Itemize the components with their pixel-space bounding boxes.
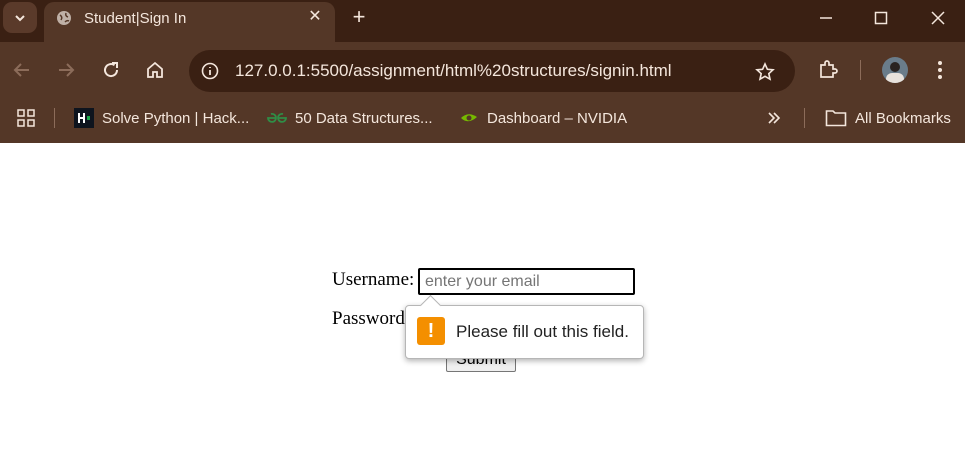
- validation-message: Please fill out this field.: [456, 322, 629, 341]
- chevron-double-right-icon[interactable]: [766, 110, 782, 126]
- tab-active[interactable]: Student|Sign In ✕: [44, 2, 335, 42]
- bookmark-divider: [54, 108, 55, 128]
- all-bookmarks-label: All Bookmarks: [855, 109, 951, 127]
- maximize-button[interactable]: [855, 0, 907, 36]
- warning-icon: !: [417, 317, 445, 345]
- bookmark-divider: [804, 108, 805, 128]
- site-info-icon[interactable]: [201, 62, 219, 80]
- username-label: Username:: [332, 269, 415, 290]
- bookmark-label: Solve Python | Hack...: [102, 109, 250, 127]
- bookmark-label: 50 Data Structures...: [295, 109, 433, 127]
- browser-toolbar: 127.0.0.1:5500/assignment/html%20structu…: [0, 42, 965, 143]
- arrow-right-icon: [59, 63, 75, 77]
- bookmark-nvidia[interactable]: Dashboard – NVIDIA: [459, 108, 627, 128]
- password-label: Password: [332, 308, 405, 329]
- chevron-down-icon: [15, 14, 25, 21]
- globe-icon: [57, 11, 71, 25]
- back-button[interactable]: [8, 56, 36, 84]
- minimize-icon: [820, 17, 832, 19]
- minimize-button[interactable]: [800, 0, 852, 36]
- tooltip-arrow: [419, 294, 442, 317]
- nvidia-icon: [459, 111, 479, 125]
- all-bookmarks-button[interactable]: All Bookmarks: [825, 108, 951, 128]
- bookmark-geeksforgeeks[interactable]: 50 Data Structures...: [267, 108, 433, 128]
- username-input[interactable]: [418, 268, 635, 295]
- bookmark-label: Dashboard – NVIDIA: [487, 109, 628, 127]
- title-bar: Student|Sign In ✕ +: [0, 0, 965, 42]
- validation-tooltip: ! Please fill out this field.: [405, 294, 644, 359]
- close-icon: [931, 11, 945, 25]
- new-tab-button[interactable]: +: [347, 6, 371, 30]
- hackerrank-icon: [74, 108, 94, 128]
- address-bar[interactable]: 127.0.0.1:5500/assignment/html%20structu…: [189, 50, 795, 92]
- bookmark-hackerrank[interactable]: Solve Python | Hack...: [74, 108, 249, 128]
- folder-icon: [825, 109, 847, 127]
- more-menu-icon[interactable]: [932, 59, 948, 81]
- reload-icon: [104, 62, 119, 78]
- tab-title: Student|Sign In: [84, 10, 187, 27]
- tab-close-icon[interactable]: ✕: [305, 7, 325, 27]
- extensions-icon[interactable]: [817, 58, 839, 80]
- url-text: 127.0.0.1:5500/assignment/html%20structu…: [235, 61, 672, 80]
- home-icon: [147, 61, 163, 78]
- toolbar-divider: [860, 60, 861, 80]
- arrow-left-icon: [13, 63, 29, 77]
- maximize-icon: [874, 11, 888, 25]
- close-window-button[interactable]: [912, 0, 964, 36]
- geeksforgeeks-icon: [267, 111, 287, 125]
- avatar[interactable]: [882, 57, 908, 83]
- reload-button[interactable]: [97, 56, 125, 84]
- star-icon[interactable]: [755, 62, 775, 82]
- apps-grid-icon[interactable]: [16, 108, 36, 128]
- tab-search-button[interactable]: [3, 2, 37, 33]
- forward-button[interactable]: [52, 56, 80, 84]
- home-button[interactable]: [141, 56, 169, 84]
